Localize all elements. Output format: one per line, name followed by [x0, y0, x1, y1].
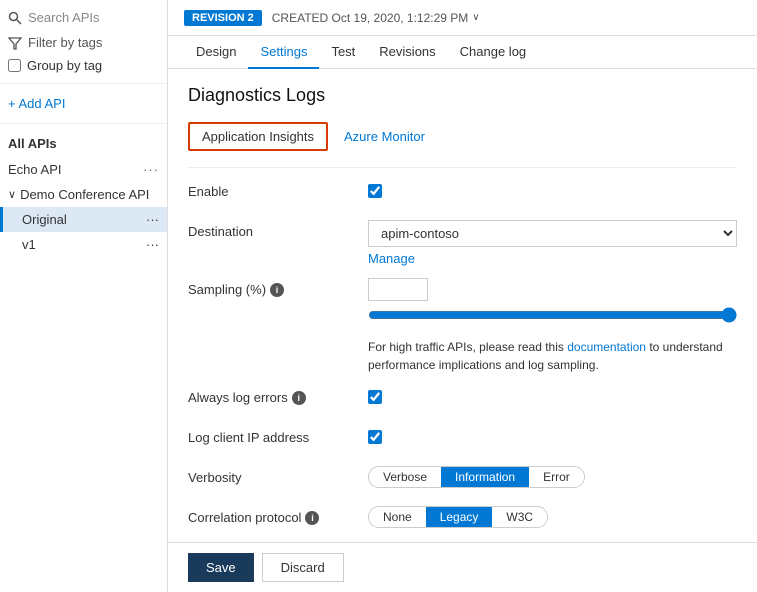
v1-dots[interactable]: ··· [146, 237, 159, 252]
created-info: CREATED Oct 19, 2020, 1:12:29 PM ∨ [272, 11, 480, 25]
manage-link[interactable]: Manage [368, 251, 415, 266]
verbosity-information[interactable]: Information [441, 467, 529, 487]
chevron-icon: ∨ [8, 188, 16, 201]
original-label: Original [22, 212, 67, 227]
content-area: Diagnostics Logs Application Insights Az… [168, 69, 757, 542]
sidebar-item-v1[interactable]: v1 ··· [0, 232, 167, 257]
filter-label: Filter by tags [28, 35, 102, 50]
correlation-info-icon[interactable]: i [305, 511, 319, 525]
correlation-w3c[interactable]: W3C [492, 507, 547, 527]
sampling-label: Sampling (%) i [188, 278, 368, 297]
revision-badge: REVISION 2 [184, 10, 262, 26]
correlation-legacy[interactable]: Legacy [426, 507, 493, 527]
all-apis-title: All APIs [0, 130, 167, 157]
documentation-link[interactable]: documentation [567, 340, 646, 354]
group-label: Group by tag [27, 58, 102, 73]
sub-tabs: Application Insights Azure Monitor [188, 122, 737, 151]
original-dots[interactable]: ··· [146, 212, 159, 227]
always-log-row: Always log errors i [188, 386, 737, 414]
footer: Save Discard [168, 542, 757, 592]
sampling-slider[interactable] [368, 307, 737, 323]
tab-changelog[interactable]: Change log [448, 36, 539, 69]
topbar: REVISION 2 CREATED Oct 19, 2020, 1:12:29… [168, 0, 757, 36]
created-text: CREATED Oct 19, 2020, 1:12:29 PM [272, 11, 469, 25]
tab-design[interactable]: Design [184, 36, 248, 69]
destination-dropdown[interactable]: apim-contoso [368, 220, 737, 247]
divider2 [0, 123, 167, 124]
info-text-control: For high traffic APIs, please read this … [368, 338, 737, 374]
verbosity-label: Verbosity [188, 466, 368, 485]
enable-label: Enable [188, 180, 368, 199]
info-text: For high traffic APIs, please read this … [368, 340, 723, 372]
search-apis[interactable]: Search APIs [0, 4, 167, 31]
form-section: Enable Destination apim-contoso Manage [188, 167, 737, 542]
enable-row: Enable [188, 180, 737, 208]
sidebar-item-demo-conference-api[interactable]: ∨ Demo Conference API [0, 182, 167, 207]
info-text-row: For high traffic APIs, please read this … [188, 338, 737, 374]
always-log-info-icon[interactable]: i [292, 391, 306, 405]
filter-icon [8, 36, 22, 50]
log-ip-control [368, 426, 737, 447]
page-title: Diagnostics Logs [188, 85, 737, 106]
sidebar: Search APIs Filter by tags Group by tag … [0, 0, 168, 592]
sidebar-item-original[interactable]: Original ··· [0, 207, 167, 232]
sampling-row: Sampling (%) i 100 [188, 278, 737, 326]
group-by-tag: Group by tag [0, 54, 167, 77]
log-ip-label: Log client IP address [188, 426, 368, 445]
enable-checkbox[interactable] [368, 184, 382, 198]
verbosity-error[interactable]: Error [529, 467, 584, 487]
search-icon [8, 11, 22, 25]
correlation-row: Correlation protocol i None Legacy W3C [188, 506, 737, 534]
log-ip-row: Log client IP address [188, 426, 737, 454]
slider-container [368, 307, 737, 326]
echo-api-dots[interactable]: ··· [143, 162, 159, 177]
always-log-label: Always log errors i [188, 386, 368, 405]
nav-tabs: Design Settings Test Revisions Change lo… [168, 36, 757, 69]
always-log-checkbox[interactable] [368, 390, 382, 404]
demo-api-label: Demo Conference API [20, 187, 149, 202]
divider [0, 83, 167, 84]
destination-control: apim-contoso Manage [368, 220, 737, 266]
sampling-control: 100 [368, 278, 737, 326]
v1-label: v1 [22, 237, 36, 252]
always-log-control [368, 386, 737, 407]
tab-settings[interactable]: Settings [248, 36, 319, 69]
tab-test[interactable]: Test [319, 36, 367, 69]
main-content: REVISION 2 CREATED Oct 19, 2020, 1:12:29… [168, 0, 757, 592]
info-spacer [188, 338, 368, 342]
filter-by-tags[interactable]: Filter by tags [0, 31, 167, 54]
group-by-tag-checkbox[interactable] [8, 59, 21, 72]
revision-dropdown-icon[interactable]: ∨ [472, 12, 479, 23]
discard-button[interactable]: Discard [262, 553, 344, 582]
correlation-label: Correlation protocol i [188, 506, 368, 525]
destination-label: Destination [188, 220, 368, 239]
add-api-button[interactable]: + Add API [0, 90, 167, 117]
correlation-toggle-group: None Legacy W3C [368, 506, 548, 528]
log-ip-checkbox[interactable] [368, 430, 382, 444]
echo-api-label: Echo API [8, 162, 61, 177]
destination-row: Destination apim-contoso Manage [188, 220, 737, 266]
verbosity-verbose[interactable]: Verbose [369, 467, 441, 487]
subtab-application-insights[interactable]: Application Insights [188, 122, 328, 151]
sampling-info-icon[interactable]: i [270, 283, 284, 297]
verbosity-row: Verbosity Verbose Information Error [188, 466, 737, 494]
save-button[interactable]: Save [188, 553, 254, 582]
enable-control [368, 180, 737, 201]
verbosity-toggle-group: Verbose Information Error [368, 466, 585, 488]
sidebar-item-echo-api[interactable]: Echo API ··· [0, 157, 167, 182]
search-label: Search APIs [28, 10, 100, 25]
sampling-input[interactable]: 100 [368, 278, 428, 301]
subtab-azure-monitor[interactable]: Azure Monitor [332, 122, 437, 151]
correlation-none[interactable]: None [369, 507, 426, 527]
correlation-control: None Legacy W3C [368, 506, 737, 528]
tab-revisions[interactable]: Revisions [367, 36, 447, 69]
verbosity-control: Verbose Information Error [368, 466, 737, 488]
